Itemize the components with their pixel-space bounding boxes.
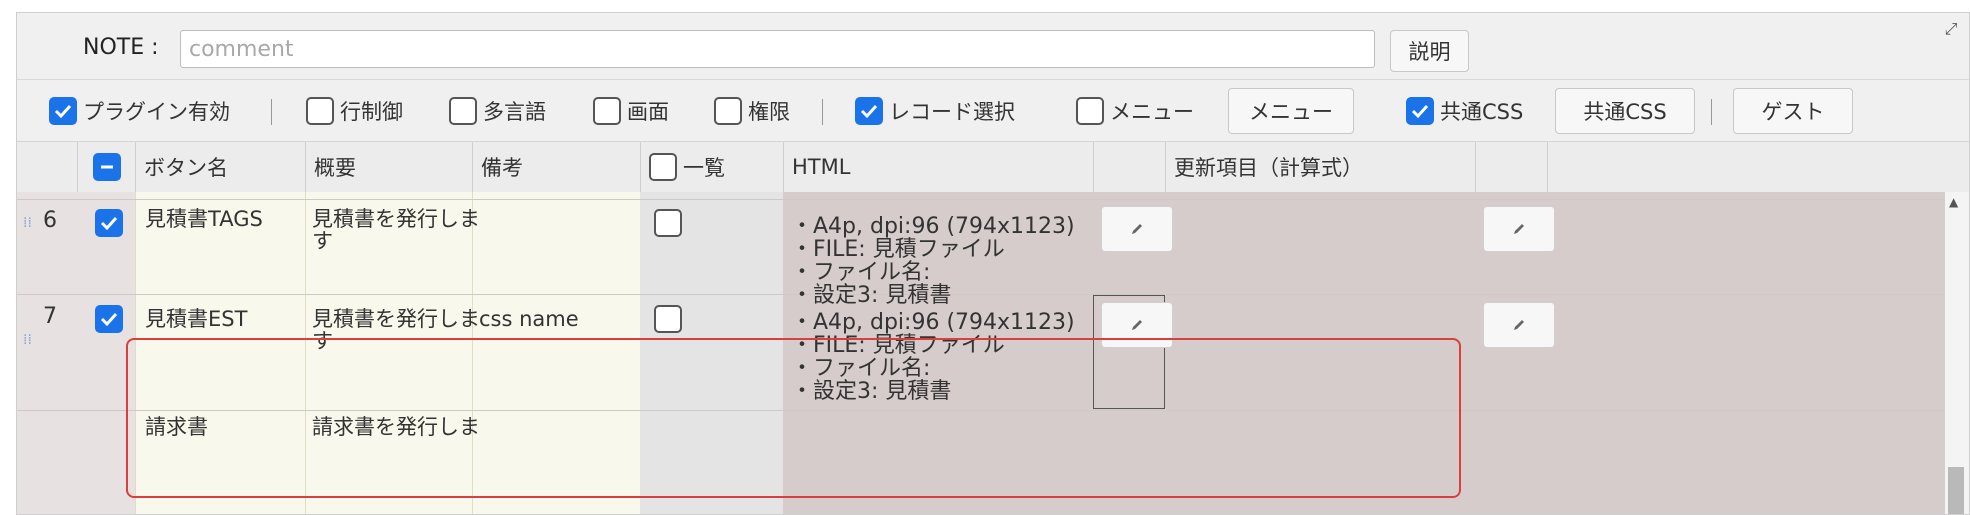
pencil-icon	[1514, 320, 1524, 330]
edit-update-button[interactable]	[1483, 302, 1555, 348]
html-line: ・設定3: 見積書	[791, 283, 952, 308]
checkbox-icon[interactable]	[649, 153, 677, 181]
checkbox-icon[interactable]	[306, 97, 334, 125]
pencil-icon	[1514, 224, 1524, 234]
common-css-button[interactable]: 共通CSS	[1555, 88, 1695, 134]
option-label: レコード選択	[889, 100, 1015, 124]
help-button[interactable]: 説明	[1390, 30, 1469, 72]
cell-button-name[interactable]: 見積書TAGS	[145, 206, 263, 232]
list-checkbox-icon[interactable]	[654, 209, 682, 237]
checkbox-icon[interactable]	[1076, 97, 1104, 125]
row-index: 6	[43, 208, 57, 233]
divider	[472, 192, 473, 514]
checkbox-indeterminate-icon[interactable]	[92, 153, 121, 181]
header-update-fields: 更新項目（計算式）	[1165, 142, 1475, 192]
list-column	[640, 192, 783, 514]
option-common-css[interactable]: 共通CSS	[1406, 93, 1523, 129]
option-menu[interactable]: メニュー	[1076, 93, 1194, 129]
option-multilanguage[interactable]: 多言語	[449, 93, 546, 129]
option-label: メニュー	[1110, 100, 1194, 124]
menu-button[interactable]: メニュー	[1228, 88, 1354, 134]
cell-summary-line1[interactable]: 見積書を発行しま	[312, 206, 480, 232]
header-index	[17, 142, 77, 192]
index-column	[17, 192, 135, 514]
option-label: 権限	[748, 100, 790, 124]
pencil-icon	[1132, 320, 1142, 330]
header-html-edit	[1093, 142, 1165, 192]
plugin-settings-panel: NOTE : 説明 ⤢ プラグイン有効 行制御 多言語 画面 権限 レコード選択…	[16, 12, 1970, 515]
option-label: プラグイン有効	[83, 100, 230, 124]
separator	[822, 99, 823, 125]
guest-button[interactable]: ゲスト	[1733, 88, 1853, 134]
option-permission[interactable]: 権限	[714, 93, 790, 129]
checkbox-checked-icon[interactable]	[49, 97, 77, 125]
header-list-label: 一覧	[683, 156, 725, 180]
cell-button-name[interactable]: 見積書EST	[145, 306, 247, 332]
cell-summary-line1[interactable]: 請求書を発行しま	[312, 414, 480, 440]
table-body: ⁞⁞ 6 見積書TAGS 見積書を発行しま す ・A4p, dpi:96 (79…	[17, 192, 1945, 514]
edit-html-button[interactable]	[1101, 206, 1173, 252]
checkbox-icon[interactable]	[714, 97, 742, 125]
header-list[interactable]: 一覧	[640, 142, 783, 192]
drag-handle-icon[interactable]: ⁞⁞	[23, 333, 32, 354]
list-checkbox-icon[interactable]	[654, 305, 682, 333]
option-row-control[interactable]: 行制御	[306, 93, 403, 129]
edit-update-button[interactable]	[1483, 206, 1555, 252]
row-checkbox-checked-icon[interactable]	[95, 305, 123, 333]
cell-summary-line2[interactable]: す	[312, 228, 333, 254]
header-button-name: ボタン名	[135, 142, 305, 192]
divider	[305, 192, 306, 514]
option-label: 行制御	[340, 100, 403, 124]
checkbox-icon[interactable]	[449, 97, 477, 125]
html-line: ・設定3: 見積書	[791, 379, 952, 404]
option-record-select[interactable]: レコード選択	[855, 93, 1015, 129]
option-screen[interactable]: 画面	[593, 93, 669, 129]
note-input[interactable]	[180, 30, 1375, 68]
divider	[17, 79, 1969, 80]
header-summary: 概要	[305, 142, 472, 192]
table-header: ボタン名 概要 備考 一覧 HTML 更新項目（計算式）	[17, 141, 1969, 193]
row-checkbox-checked-icon[interactable]	[95, 209, 123, 237]
cell-summary-line1[interactable]: 見積書を発行しま	[312, 306, 480, 332]
cell-button-name[interactable]: 請求書	[145, 414, 208, 440]
scrollbar-track[interactable]	[1945, 192, 1969, 514]
header-select-all[interactable]	[77, 142, 135, 192]
cell-remarks[interactable]: css name	[479, 306, 579, 332]
option-plugin-enabled[interactable]: プラグイン有効	[49, 93, 230, 129]
checkbox-icon[interactable]	[593, 97, 621, 125]
row-divider	[17, 199, 1945, 200]
drag-handle-icon[interactable]: ⁞⁞	[23, 216, 32, 237]
note-row: NOTE : 説明 ⤢	[17, 13, 1969, 79]
row-divider	[17, 410, 1945, 411]
header-spacer	[1547, 142, 1969, 192]
note-label: NOTE :	[83, 35, 159, 60]
separator	[271, 99, 272, 125]
checkbox-checked-icon[interactable]	[1406, 97, 1434, 125]
row-index: 7	[43, 304, 57, 329]
header-remarks: 備考	[472, 142, 640, 192]
scroll-up-icon[interactable]: ▲	[1949, 195, 1958, 209]
expand-icon[interactable]: ⤢	[1943, 21, 1959, 37]
separator	[1711, 99, 1712, 125]
row-divider	[17, 294, 1945, 295]
header-html: HTML	[783, 142, 1093, 192]
option-label: 共通CSS	[1440, 100, 1524, 124]
edit-html-button[interactable]	[1101, 302, 1173, 348]
option-label: 画面	[627, 100, 669, 124]
pencil-icon	[1132, 224, 1142, 234]
header-update-edit	[1475, 142, 1547, 192]
checkbox-checked-icon[interactable]	[855, 97, 883, 125]
cell-summary-line2[interactable]: す	[312, 328, 333, 354]
scrollbar-thumb[interactable]	[1948, 467, 1964, 514]
name-columns	[135, 192, 640, 514]
option-label: 多言語	[483, 100, 546, 124]
